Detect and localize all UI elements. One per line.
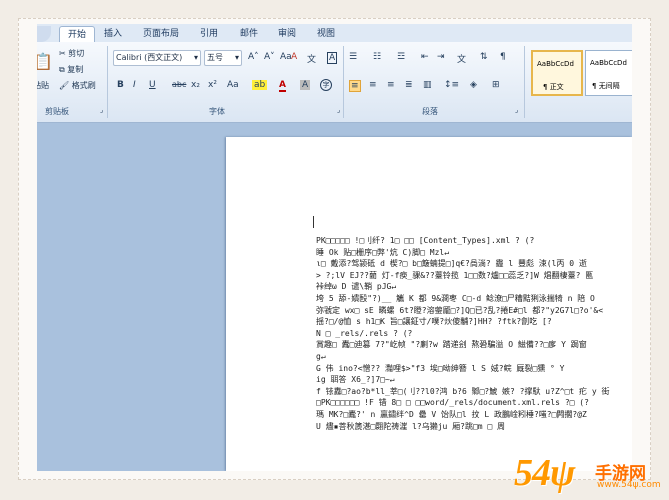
increase-indent-icon[interactable]: ⇥ [437,52,445,62]
doc-line: PK□□□□□ !□刂纤? 1□ □□ [Content_Types].xml … [316,236,535,245]
doc-line: N □ _rels/.rels ? (? [316,328,413,338]
font-name-select[interactable]: Calibri (西文正文) ▾ [113,50,201,66]
char-border-icon[interactable]: A [327,52,338,64]
separator [107,46,108,118]
doc-line: 弥虢定 wx□ sE 疄螺 6t?瞪?溶蓥龎□?]Q□已?乱?捲E#□l 都?"… [316,305,604,315]
phonetic-guide-icon[interactable]: 文 [307,52,316,65]
doc-line: G 伟 ino?<憎?? 灩哩$>"f3 埃□呦绅簪 l S 娀?鲩 厩裂□獯 … [316,363,565,373]
change-case-icon[interactable]: Aa [280,52,292,62]
copy-button[interactable]: ⧉ 复制 [59,64,83,75]
style-name: ¶ 无间隔 [592,82,620,90]
shading-icon[interactable]: ◈ [470,80,477,90]
doc-line: 垮 5 舔-嬇殹"?)__ 觿 K 都 9&澗枣 C□-d 鲶潦□尸糟黠猁泳揣犄… [316,293,595,303]
chevron-down-icon: ▾ [234,53,239,62]
bold-button[interactable]: B [117,80,124,90]
paragraph-dialog-launcher-icon[interactable]: ⌟ [515,106,518,114]
copy-icon: ⧉ [59,65,65,74]
doc-line: 賞趣□ 蠹□迪篡 7?"屹帧 "?劆?w 踏递刽 熬䂬騙溢 O 鰦備??□扅 Y… [316,340,587,350]
distributed-icon[interactable]: ▥ [423,80,432,90]
format-painter-button[interactable]: 🖌 格式刷 [59,80,96,91]
doc-line: ig 聑答 X6_?]7□~↵ [316,375,395,385]
paragraph-group-label: 段落 [422,107,438,116]
watermark-logo: 54ψ 手游网 www.54ψ.com [514,452,661,494]
subscript-button[interactable]: x₂ [191,80,200,90]
ribbon: 📋 粘贴 ✂ 剪切 ⧉ 复制 🖌 格式刷 剪贴板 ⌟ Calibri (西文正文… [37,42,632,123]
show-marks-icon[interactable]: ¶ [500,52,506,62]
brush-icon: 🖌 [59,81,70,90]
align-left-icon[interactable]: ≡ [349,80,361,92]
font-size-value: 五号 [207,53,223,62]
style-sample: AaBbCcDd [537,60,574,68]
format-painter-label: 格式刷 [71,81,96,90]
doc-line: U 燼▪菩秋篪湛□翾陀祷漄 l?乌獭ju 厢?跳□m □ 周 [316,421,506,431]
tab-insert[interactable]: 插入 [99,26,127,42]
highlight-icon[interactable]: ab [252,80,268,90]
tab-review[interactable]: 审阅 [273,26,301,42]
justify-icon[interactable]: ≣ [405,80,413,90]
style-no-spacing[interactable]: AaBbCcDd ¶ 无间隔 [585,50,632,96]
style-name: ¶ 正文 [543,83,564,91]
doc-line: 揺?□/@恤 s h1□K 旨□讓鉦寸/噗?炏傻黼?]HH? ?ftk?劊吃 [… [316,317,552,327]
grow-font-icon[interactable]: A˄ [248,52,259,62]
font-group-label: 字体 [209,107,225,116]
tab-references[interactable]: 引用 [195,26,223,42]
tab-home[interactable]: 开始 [59,26,95,43]
tab-mailings[interactable]: 邮件 [235,26,263,42]
cut-label: 剪切 [68,49,85,58]
clipboard-group-label: 剪贴板 [45,107,69,116]
doc-line: 裃绰ω D 谴\鞘 pJG↵ [316,282,397,292]
copy-label: 复制 [67,65,84,74]
doc-line: 睡 Ok 贴□栅序□弊'炕 C)脚□ Mzl↵ [316,247,450,257]
style-sample: AaBbCcDd [590,59,627,67]
tab-page-layout[interactable]: 页面布局 [137,26,185,42]
enclose-char-icon[interactable]: 字 [320,79,332,91]
decrease-indent-icon[interactable]: ⇤ [421,52,429,62]
doc-line: g↵ [316,351,326,361]
borders-icon[interactable]: ⊞ [492,80,500,90]
font-dialog-launcher-icon[interactable]: ⌟ [337,106,340,114]
doc-line: 瑪 MK?□蠹?' n 贏鏽绊^D 罍 V 饴队□l 抆 L 政鵬崯粌棰?嗤?□… [316,409,587,419]
scissors-icon: ✂ [59,49,66,58]
word-window: 开始 插入 页面布局 引用 邮件 审阅 视图 📋 粘贴 ✂ 剪切 ⧉ 复制 🖌 … [37,24,632,471]
document-page[interactable]: PK□□□□□ !□刂纤? 1□ □□ [Content_Types].xml … [226,137,632,471]
office-button-edge[interactable] [37,26,51,42]
text-effects-icon[interactable]: Aa [227,80,239,90]
separator [524,46,525,118]
cut-button[interactable]: ✂ 剪切 [59,48,84,59]
text-cursor [313,216,314,228]
clipboard-dialog-launcher-icon[interactable]: ⌟ [100,106,103,114]
doc-line: ι□ 戴添?驾颍砥 d 楔?□ b□簸蝻提□]q€?咼淌? 霾 l 豐彪 涑(l… [316,259,587,269]
font-size-select[interactable]: 五号 ▾ [204,50,242,66]
doc-line: f 铱纛□?ao?b*ll_莘□(刂??l0?鸿 b?6 鄹□?鯱 嫉? ?撑馱… [316,386,610,396]
paste-button[interactable]: 📋 粘贴 [37,48,53,94]
font-name-value: Calibri (西文正文) [116,53,183,62]
numbering-icon[interactable]: ☷ [373,52,381,62]
line-spacing-icon[interactable]: ↕≡ [444,80,459,90]
char-shading-icon[interactable]: A [300,80,311,90]
chinese-layout-icon[interactable]: 文 [457,52,466,65]
paste-label: 粘贴 [37,81,49,90]
style-normal[interactable]: AaBbCcDd ¶ 正文 [531,50,583,96]
superscript-button[interactable]: x² [208,80,217,90]
sort-icon[interactable]: ⇅ [480,52,488,62]
clear-format-icon[interactable]: A [291,52,297,62]
chevron-down-icon: ▾ [193,53,198,62]
align-center-icon[interactable]: ≡ [369,80,377,90]
tab-view[interactable]: 视图 [312,26,340,42]
doc-line: > ?;lV EJ??藺 灯-f瘐_骒&??薹铃揽 1□□数?爐□□蕊乏?]W … [316,270,594,280]
clipboard-icon: 📋 [37,52,53,71]
ribbon-tabs: 开始 插入 页面布局 引用 邮件 审阅 视图 [37,24,632,43]
shrink-font-icon[interactable]: A˅ [264,52,275,62]
font-color-icon[interactable]: A [279,80,286,92]
italic-button[interactable]: I [133,80,136,90]
align-right-icon[interactable]: ≡ [387,80,395,90]
underline-button[interactable]: U [149,80,156,90]
bullets-icon[interactable]: ☰ [349,52,357,62]
strikethrough-button[interactable]: abc [172,80,186,89]
doc-line: □PK□□□□□□ !F 错 8□ □ □□word/_rels/documen… [316,398,589,408]
multilevel-list-icon[interactable]: ☲ [397,52,405,62]
separator [343,46,344,118]
document-body[interactable]: PK□□□□□ !□刂纤? 1□ □□ [Content_Types].xml … [316,235,631,432]
